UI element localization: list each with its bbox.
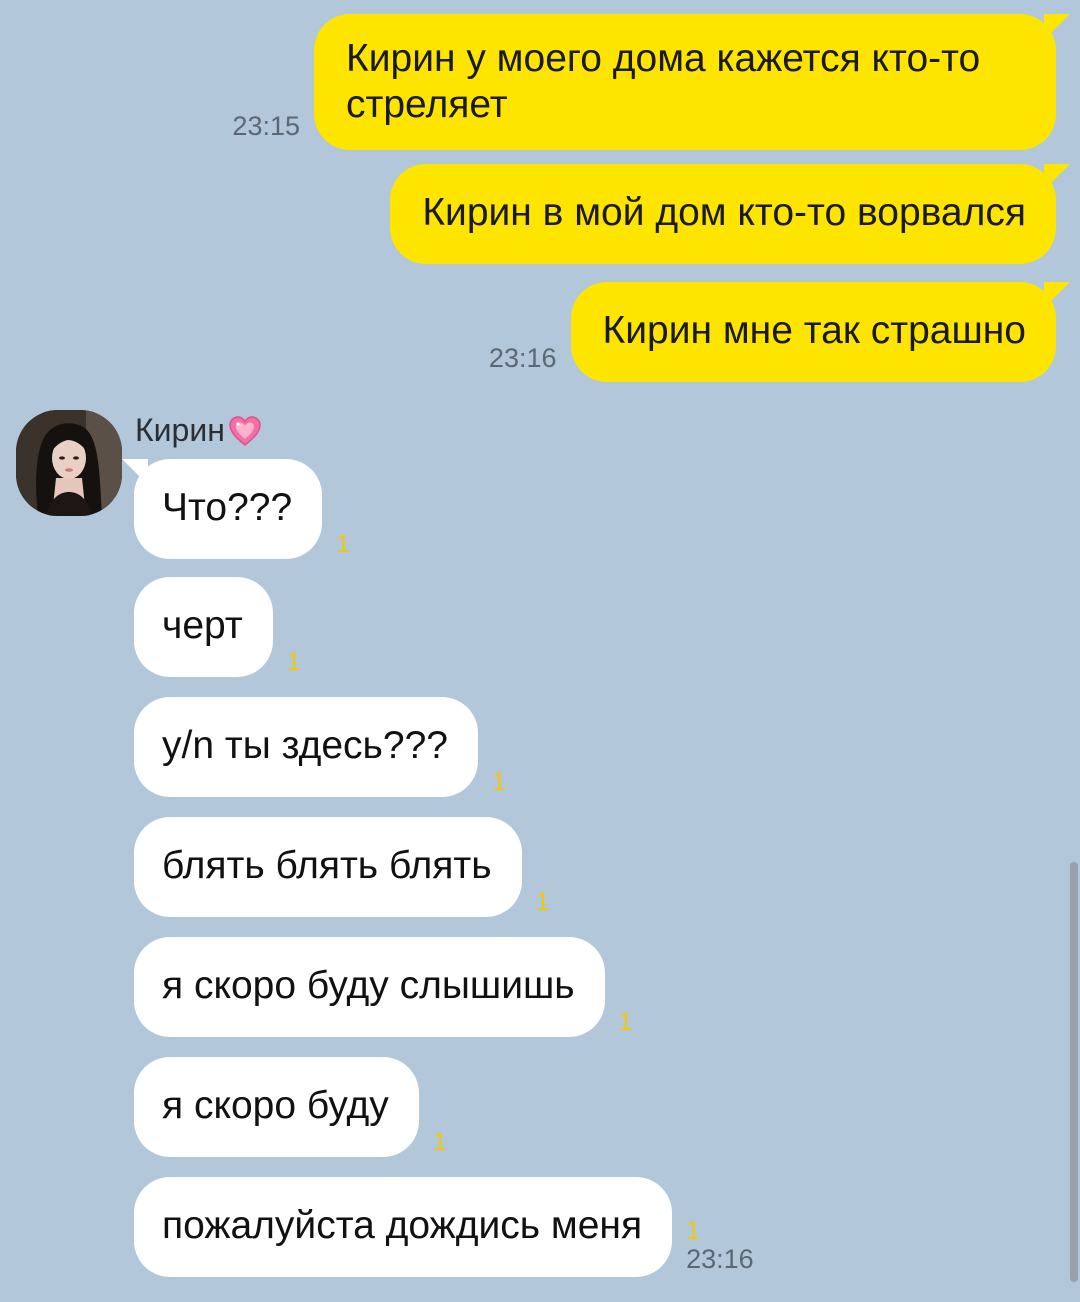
incoming-bubble[interactable]: пожалуйста дождись меня (134, 1177, 673, 1277)
unread-count: 1 (491, 768, 506, 796)
bubble-tail (1044, 164, 1070, 190)
incoming-message: блять блять блять 1 (134, 817, 550, 917)
outgoing-bubble[interactable]: Кирин в мой дом кто-то ворвался (390, 164, 1070, 264)
message-meta: 1 23:16 (686, 1218, 754, 1275)
message-text: y/n ты здесь??? (162, 724, 448, 767)
message-text: Что??? (162, 486, 293, 529)
chat-thread[interactable]: 23:15 Кирин у моего дома кажется кто-то … (0, 0, 1080, 1302)
scrollbar-thumb[interactable] (1070, 862, 1078, 1282)
unread-count: 1 (618, 1008, 633, 1036)
incoming-bubble[interactable]: я скоро буду (134, 1057, 419, 1157)
message-meta: 1 (536, 889, 550, 915)
incoming-bubble[interactable]: Что??? (122, 459, 323, 559)
incoming-message: я скоро буду слышишь 1 (134, 937, 633, 1037)
incoming-bubble[interactable]: блять блять блять (134, 817, 522, 917)
unread-count: 1 (535, 888, 550, 916)
incoming-message: черт 1 (134, 577, 301, 677)
message-meta: 1 (619, 1009, 633, 1035)
bubble-tail (122, 459, 148, 485)
message-text: Кирин у моего дома кажется кто-то стреля… (346, 37, 981, 126)
contact-name: Кирин (135, 412, 225, 448)
unread-count: 1 (432, 1128, 447, 1156)
message-timestamp: 23:16 (686, 1244, 754, 1274)
message-text: Кирин мне так страшно (602, 309, 1027, 352)
message-meta: 1 (492, 769, 506, 795)
unread-count: 1 (336, 530, 351, 558)
outgoing-bubble[interactable]: Кирин мне так страшно (570, 282, 1070, 382)
message-meta: 1 (287, 649, 301, 675)
outgoing-bubble[interactable]: Кирин у моего дома кажется кто-то стреля… (314, 14, 1070, 150)
incoming-bubble[interactable]: черт (134, 577, 273, 677)
message-text: я скоро буду слышишь (162, 964, 575, 1007)
profile-photo-icon (16, 410, 122, 516)
outgoing-message: 23:16 Кирин мне так страшно (488, 282, 1070, 382)
message-text: блять блять блять (162, 844, 492, 887)
incoming-message: пожалуйста дождись меня 1 23:16 (134, 1177, 754, 1277)
message-meta: 1 (433, 1129, 447, 1155)
message-meta: 1 (336, 531, 350, 557)
incoming-bubble[interactable]: я скоро буду слышишь (134, 937, 605, 1037)
incoming-message: y/n ты здесь??? 1 (134, 697, 506, 797)
message-timestamp: 23:15 (232, 111, 300, 141)
incoming-message: я скоро буду 1 (134, 1057, 447, 1157)
contact-avatar[interactable] (16, 410, 122, 516)
message-text: Кирин в мой дом кто-то ворвался (422, 191, 1026, 234)
unread-count: 1 (686, 1217, 700, 1245)
sparkling-heart-icon (229, 415, 261, 446)
incoming-bubble[interactable]: y/n ты здесь??? (134, 697, 478, 797)
sender-name: Кирин (135, 412, 263, 449)
outgoing-message: 23:15 Кирин у моего дома кажется кто-то … (232, 14, 1070, 150)
message-text: пожалуйста дождись меня (162, 1204, 643, 1247)
incoming-message: Что??? 1 (122, 459, 350, 559)
message-timestamp: 23:16 (488, 343, 557, 373)
bubble-tail (1044, 14, 1070, 40)
outgoing-message: Кирин в мой дом кто-то ворвался (390, 164, 1070, 264)
message-text: я скоро буду (162, 1084, 389, 1127)
bubble-tail (1044, 282, 1070, 308)
message-text: черт (162, 604, 243, 647)
unread-count: 1 (286, 648, 301, 676)
